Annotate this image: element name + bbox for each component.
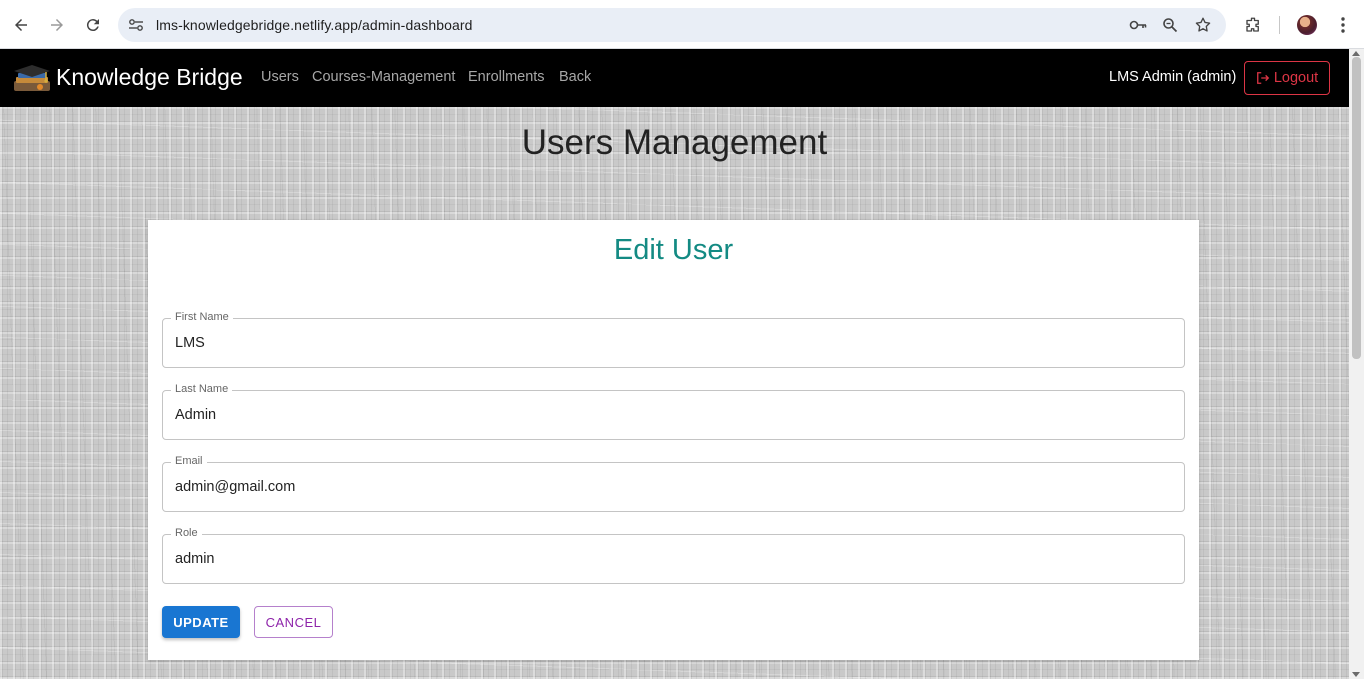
arrow-right-icon — [51, 19, 63, 31]
role-value[interactable]: admin — [175, 551, 215, 567]
first-name-value[interactable]: LMS — [175, 335, 205, 351]
scroll-down-icon[interactable] — [1352, 672, 1360, 677]
current-user-label: LMS Admin (admin) — [1109, 69, 1237, 85]
last-name-label: Last Name — [171, 383, 233, 395]
email-field[interactable]: Email admin@gmail.com — [162, 455, 1185, 512]
nav-link-enrollments[interactable]: Enrollments — [468, 69, 545, 85]
reload-button[interactable] — [80, 12, 106, 38]
key-icon[interactable] — [1128, 16, 1148, 34]
first-name-label: First Name — [171, 311, 233, 323]
last-name-field[interactable]: Last Name Admin — [162, 383, 1185, 440]
nav-link-back[interactable]: Back — [559, 69, 591, 85]
app-navbar: Knowledge Bridge Users Courses-Managemen… — [0, 49, 1349, 107]
brand-name[interactable]: Knowledge Bridge — [56, 64, 243, 91]
more-menu-icon[interactable] — [1330, 12, 1356, 38]
arrow-left-icon — [15, 19, 27, 31]
browser-toolbar: lms-knowledgebridge.netlify.app/admin-da… — [0, 0, 1364, 49]
back-button[interactable] — [8, 12, 34, 38]
role-label: Role — [171, 527, 202, 539]
url-text[interactable]: lms-knowledgebridge.netlify.app/admin-da… — [156, 17, 473, 33]
scrollbar-thumb[interactable] — [1352, 57, 1361, 359]
first-name-field[interactable]: First Name LMS — [162, 311, 1185, 368]
logout-label: Logout — [1273, 70, 1319, 86]
scroll-up-icon[interactable] — [1352, 51, 1360, 56]
update-button[interactable]: UPDATE — [162, 606, 240, 638]
profile-avatar[interactable] — [1297, 15, 1317, 35]
nav-link-courses-management[interactable]: Courses-Management — [312, 69, 455, 85]
email-value[interactable]: admin@gmail.com — [175, 479, 295, 495]
reload-icon — [86, 19, 99, 32]
page-title: Users Management — [521, 123, 828, 162]
bookmark-star-icon[interactable] — [1193, 16, 1213, 34]
form-title: Edit User — [613, 234, 734, 266]
logout-button[interactable]: Logout — [1244, 61, 1330, 95]
email-label: Email — [171, 455, 207, 467]
zoom-icon[interactable] — [1160, 16, 1180, 34]
forward-button[interactable] — [44, 12, 70, 38]
nav-link-users[interactable]: Users — [261, 69, 299, 85]
role-field[interactable]: Role admin — [162, 527, 1185, 584]
edit-user-card: Edit User First Name LMS Last Name Admin… — [148, 220, 1199, 660]
site-settings-icon[interactable] — [126, 16, 146, 34]
toolbar-divider — [1279, 16, 1280, 34]
graduation-cap-logo-icon[interactable] — [10, 63, 54, 95]
page-scrollbar[interactable] — [1349, 49, 1364, 679]
address-bar[interactable]: lms-knowledgebridge.netlify.app/admin-da… — [118, 8, 1226, 42]
cancel-button[interactable]: CANCEL — [254, 606, 333, 638]
page-background: Users Management Edit User First Name LM… — [0, 107, 1349, 679]
extensions-icon[interactable] — [1240, 12, 1266, 38]
last-name-value[interactable]: Admin — [175, 407, 216, 423]
logout-icon — [1256, 72, 1269, 84]
